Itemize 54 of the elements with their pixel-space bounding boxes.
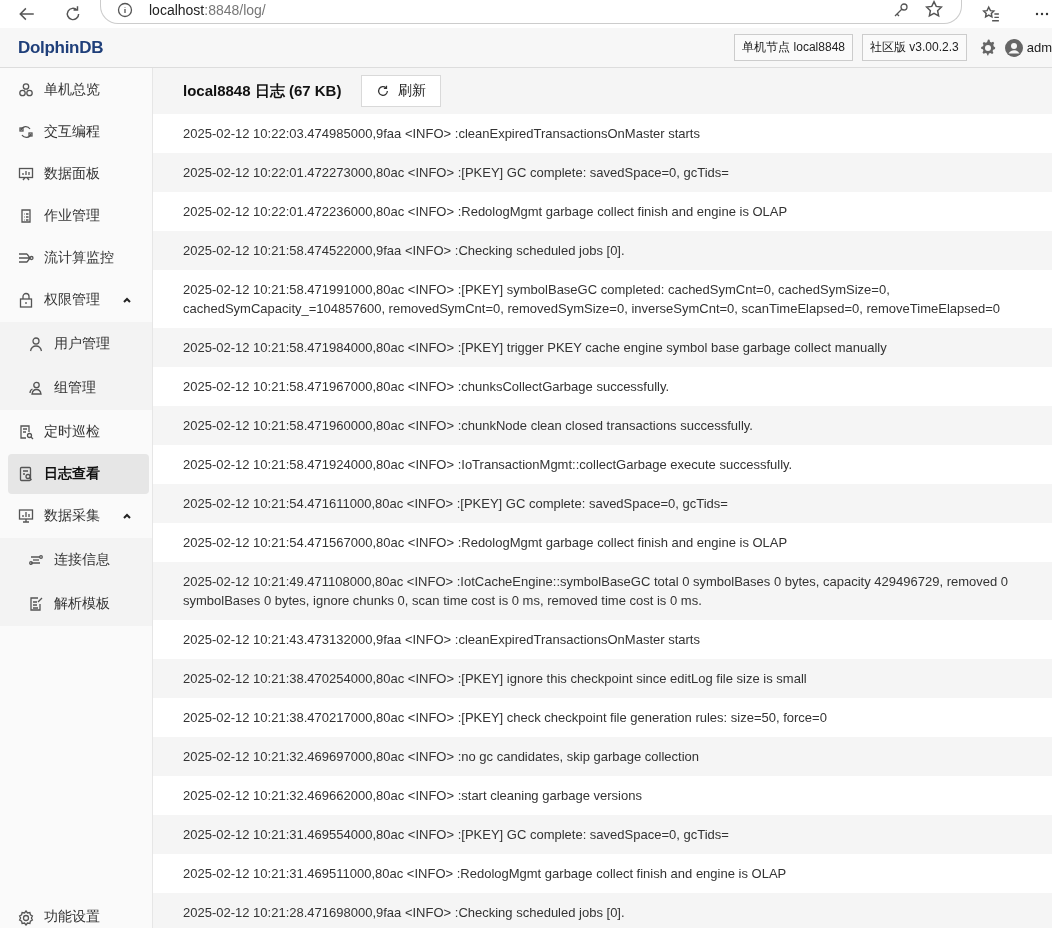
log-line: 2025-02-12 10:21:31.469554000,80ac <INFO> :[PKEY] GC complete: savedSpace=0, gcTids= [182,826,730,844]
loop-icon [18,124,34,140]
reload-icon [64,5,82,23]
info-icon [117,2,133,18]
log-line: 2025-02-12 10:21:49.471108000,80ac <INFO> :IotCacheEngine::symbolBaseGC total 0 symbolBases 0 bytes, capacity 429496729, removed 0 symbolBases 0 bytes, ignore chunks 0, scan time cost is 0 ms, removed time cost is 0 ms. [182,573,1010,610]
key-icon [893,2,909,18]
log-line: 2025-02-12 10:21:32.469697000,80ac <INFO> :no gc candidates, skip garbage collection [182,748,701,766]
lock-icon [18,292,34,308]
sidebar-item[interactable]: 数据面板 [8,154,149,194]
sidebar-item[interactable]: 定时巡检 [8,412,149,452]
sidebar-item[interactable]: 功能设置 [8,900,149,926]
flow-lines-icon [18,250,34,266]
clipboard-list-icon [18,208,34,224]
nodes-icon [18,82,34,98]
sidebar-item[interactable]: 解析模板 [8,582,149,626]
monitor-chart-icon [18,508,34,524]
log-line: 2025-02-12 10:22:01.472273000,80ac <INFO> :[PKEY] GC complete: savedSpace=0, gcTids= [182,164,730,182]
favorites-icon [982,5,1000,23]
url-text: localhost:8848/log/ [149,2,267,18]
user-icon [28,336,44,352]
back-icon [18,5,36,23]
log-line: 2025-02-12 10:21:38.470254000,80ac <INFO> :[PKEY] ignore this checkpoint since editLog file size is small [182,670,808,688]
sidebar-item[interactable]: 日志查看 [8,454,149,494]
refresh-button[interactable]: 刷新 [361,75,442,107]
log-title: local8848 日志 (67 KB) [183,81,342,101]
star-icon [925,0,943,18]
node-tag: 单机节点 local8848 [734,34,853,61]
document-search-icon [18,466,34,482]
sidebar-item[interactable]: 交互编程 [8,112,149,152]
log-line: 2025-02-12 10:21:54.471611000,80ac <INFO> :[PKEY] GC complete: savedSpace=0, gcTids= [182,495,729,513]
sidebar-item[interactable]: 数据采集 [8,496,149,536]
app-logo[interactable]: DolphinDB [18,37,104,58]
sidebar-item[interactable]: 作业管理 [8,196,149,236]
refresh-icon [376,84,391,98]
user-name[interactable]: adm [1026,40,1052,55]
address-bar[interactable]: localhost:8848/log/ [100,0,962,24]
sidebar-item[interactable]: 流计算监控 [8,238,149,278]
sidebar-item[interactable]: 用户管理 [8,322,149,366]
sidebar-item[interactable]: 组管理 [8,366,149,410]
board-icon [18,166,34,182]
users-icon [28,380,44,396]
edit-document-icon [28,596,44,612]
clipboard-search-icon [18,424,34,440]
sidebar-item[interactable]: 单机总览 [8,70,149,110]
sidebar-item[interactable]: 权限管理 [8,280,149,320]
log-line: 2025-02-12 10:21:28.471698000,9faa <INFO> :Checking scheduled jobs [0]. [182,904,626,922]
log-line: 2025-02-12 10:21:58.471960000,80ac <INFO> :chunkNode clean closed transactions successfully. [182,417,754,435]
log-line: 2025-02-12 10:21:58.474522000,9faa <INFO> :Checking scheduled jobs [0]. [182,242,626,260]
sidebar-item[interactable]: 连接信息 [8,538,149,582]
link-arrows-icon [28,552,44,568]
gear-icon [18,910,34,926]
user-avatar-icon [1003,37,1024,58]
version-tag: 社区版 v3.00.2.3 [862,34,967,61]
log-line: 2025-02-12 10:21:58.471984000,80ac <INFO> :[PKEY] trigger PKEY cache engine symbol base garbage collect manually [182,339,888,357]
